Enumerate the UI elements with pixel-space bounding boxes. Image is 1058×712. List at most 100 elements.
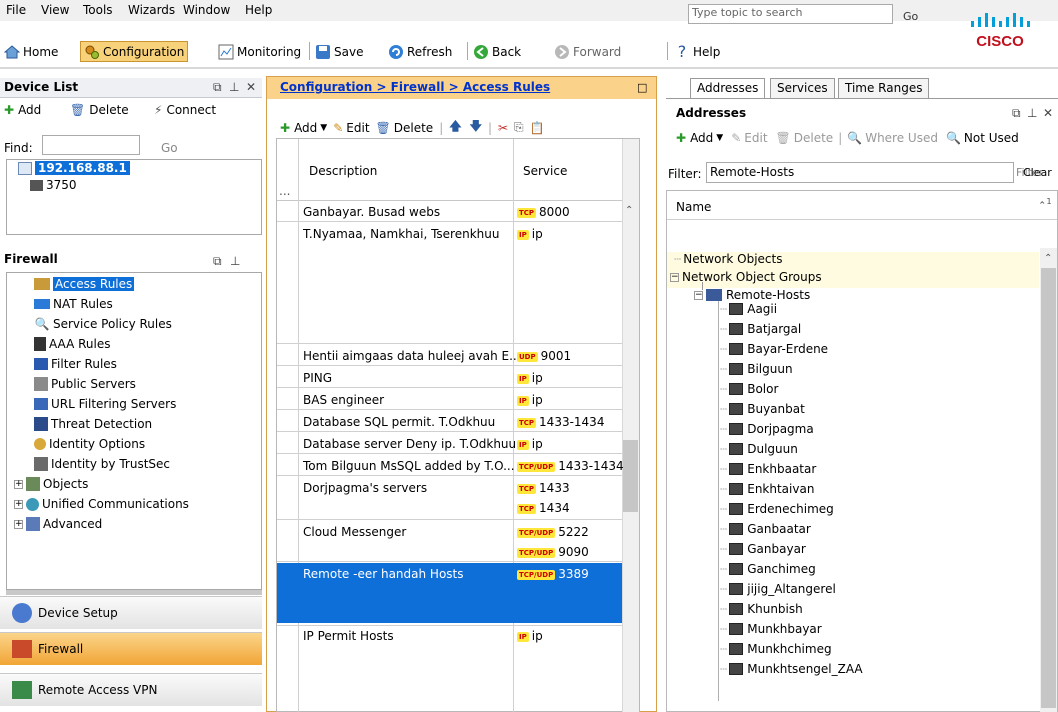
rule-service[interactable]: TCP/UDP 1433-1434 xyxy=(517,459,624,473)
column-header-name[interactable]: Name xyxy=(676,200,711,214)
nav-aaa-rules[interactable]: AAA Rules xyxy=(34,335,110,353)
help-search-go-button[interactable]: Go xyxy=(903,10,918,23)
host-item[interactable]: ┄ Batjargal xyxy=(720,322,801,336)
filter-input[interactable]: Remote-Hosts xyxy=(706,162,1014,183)
nav-device-setup-button[interactable]: Device Setup xyxy=(0,596,262,629)
pin-icon[interactable]: ⊥ xyxy=(230,254,240,268)
host-item[interactable]: ┄ Ganbaatar xyxy=(720,522,811,536)
menu-window[interactable]: Window xyxy=(183,3,230,17)
where-used-button[interactable]: Where Used xyxy=(865,131,938,145)
host-item[interactable]: ┄ Dorjpagma xyxy=(720,422,814,436)
nav-service-policy-rules[interactable]: 🔍 Service Policy Rules xyxy=(34,315,172,333)
host-item[interactable]: ┄ Dulguun xyxy=(720,442,798,456)
nav-access-rules[interactable]: Access Rules xyxy=(34,275,135,293)
breadcrumb[interactable]: Configuration > Firewall > Access Rules xyxy=(280,80,550,94)
rule-service[interactable]: TCP/UDP 9090 xyxy=(517,545,589,559)
rule-service[interactable]: UDP 9001 xyxy=(517,349,571,363)
host-item[interactable]: ┄ Munkhbayar xyxy=(720,622,822,636)
clear-button[interactable]: Clear xyxy=(1023,166,1052,179)
host-item[interactable]: ┄ Bayar-Erdene xyxy=(720,342,828,356)
tree-network-objects[interactable]: ┄ Network Objects xyxy=(674,252,783,266)
not-used-button[interactable]: Not Used xyxy=(964,131,1019,145)
float-icon[interactable]: ⧉ xyxy=(1012,106,1021,121)
nav-advanced[interactable]: + Advanced xyxy=(14,515,102,533)
close-icon[interactable]: ✕ xyxy=(1043,106,1053,120)
tree-group-remote-hosts[interactable]: − Remote-Hosts xyxy=(694,288,810,302)
configuration-button[interactable]: Configuration xyxy=(80,41,189,62)
rule-description[interactable]: PING xyxy=(303,371,332,385)
rule-service[interactable]: TCP 1433 xyxy=(517,481,570,495)
rules-scrollbar[interactable] xyxy=(622,139,639,712)
rule-description[interactable]: Database SQL permit. T.Odkhuu xyxy=(303,415,495,429)
host-item[interactable]: ┄ Aagii xyxy=(720,302,777,316)
move-down-icon[interactable]: 🡇 xyxy=(470,117,482,138)
collapse-icon[interactable]: − xyxy=(670,272,679,282)
save-button[interactable]: Save xyxy=(315,41,363,62)
rule-service[interactable]: IP ip xyxy=(517,371,543,385)
host-item[interactable]: ┄ Buyanbat xyxy=(720,402,805,416)
add-address-button[interactable]: Add xyxy=(690,131,713,145)
host-item[interactable]: ┄ Bilguun xyxy=(720,362,793,376)
scroll-up-icon[interactable]: ⌃ xyxy=(1044,253,1052,264)
menu-file[interactable]: File xyxy=(6,3,26,17)
help-button[interactable]: ? Help xyxy=(674,41,721,62)
nav-nat-rules[interactable]: NAT Rules xyxy=(34,295,113,313)
copy-icon[interactable]: ⎘ xyxy=(514,120,524,135)
back-button[interactable]: Back xyxy=(473,41,521,62)
host-item[interactable]: ┄ Ganchimeg xyxy=(720,562,816,576)
rule-description[interactable]: IP Permit Hosts xyxy=(303,629,394,643)
float-icon[interactable]: ⧉ xyxy=(213,254,222,269)
add-rule-button[interactable]: Add xyxy=(294,121,317,135)
host-item[interactable]: ┄ Munkhchimeg xyxy=(720,642,832,656)
rule-description[interactable]: Remote -eer handah Hosts xyxy=(303,567,464,581)
host-item[interactable]: ┄ Munkhtsengel_ZAA xyxy=(720,662,863,676)
device-connect-button[interactable]: ⚡ Connect xyxy=(154,103,216,117)
paste-icon[interactable]: 📋 xyxy=(530,121,545,135)
rule-description[interactable]: Dorjpagma's servers xyxy=(303,481,427,495)
find-input[interactable] xyxy=(42,135,140,155)
dropdown-icon[interactable]: ▼ xyxy=(320,123,327,133)
rule-description[interactable]: BAS engineer xyxy=(303,393,384,407)
device-item-primary[interactable]: 192.168.88.1 xyxy=(18,161,130,175)
tab-addresses[interactable]: Addresses xyxy=(690,78,766,98)
expand-icon[interactable]: + xyxy=(14,499,23,509)
rule-description[interactable]: Tom Bilguun MsSQL added by T.O... xyxy=(303,459,515,473)
rule-description[interactable]: Database server Deny ip. T.Odkhuu xyxy=(303,437,516,451)
nav-unified-communications[interactable]: + Unified Communications xyxy=(14,495,189,513)
nav-url-filtering-servers[interactable]: URL Filtering Servers xyxy=(34,395,176,413)
host-item[interactable]: ┄ Khunbish xyxy=(720,602,803,616)
rule-service[interactable]: IP ip xyxy=(517,437,543,451)
nav-objects[interactable]: + Objects xyxy=(14,475,88,493)
refresh-button[interactable]: Refresh xyxy=(388,41,452,62)
monitoring-button[interactable]: Monitoring xyxy=(218,41,301,62)
nav-firewall-button[interactable]: Firewall xyxy=(0,632,262,665)
rule-description[interactable]: T.Nyamaa, Namkhai, Tserenkhuu xyxy=(303,227,499,241)
rule-description[interactable]: Hentii aimgaas data huleej avah E... xyxy=(303,349,521,363)
expand-icon[interactable]: + xyxy=(14,479,23,489)
close-icon[interactable]: ✕ xyxy=(246,80,256,94)
tab-services[interactable]: Services xyxy=(770,78,835,98)
splitter[interactable] xyxy=(6,590,262,595)
tree-network-object-groups[interactable]: − Network Object Groups xyxy=(670,270,822,284)
device-item-secondary[interactable]: 3750 xyxy=(30,178,77,192)
host-item[interactable]: ┄ Erdenechimeg xyxy=(720,502,834,516)
cut-icon[interactable]: ✂ xyxy=(498,121,508,135)
nav-threat-detection[interactable]: Threat Detection xyxy=(34,415,152,433)
host-item[interactable]: ┄ Enkhtaivan xyxy=(720,482,814,496)
nav-identity-options[interactable]: Identity Options xyxy=(34,435,145,453)
device-add-button[interactable]: ✚ Add xyxy=(4,103,41,117)
device-delete-button[interactable]: 🗑 Delete xyxy=(70,103,129,117)
maximize-icon[interactable]: □ xyxy=(637,81,647,94)
menu-wizards[interactable]: Wizards xyxy=(128,3,175,17)
scroll-up-icon[interactable]: ⌃ xyxy=(625,205,633,216)
menu-view[interactable]: View xyxy=(41,3,69,17)
dropdown-icon[interactable]: ▼ xyxy=(716,133,723,143)
host-item[interactable]: ┄ Bolor xyxy=(720,382,778,396)
tab-time-ranges[interactable]: Time Ranges xyxy=(838,78,930,98)
expand-icon[interactable]: + xyxy=(14,519,23,529)
find-go-button[interactable]: Go xyxy=(161,141,178,155)
nav-identity-trustsec[interactable]: Identity by TrustSec xyxy=(34,455,170,473)
rule-service[interactable]: IP ip xyxy=(517,227,543,241)
pin-icon[interactable]: ⊥ xyxy=(229,80,239,94)
rule-service[interactable]: TCP/UDP 3389 xyxy=(517,567,589,581)
